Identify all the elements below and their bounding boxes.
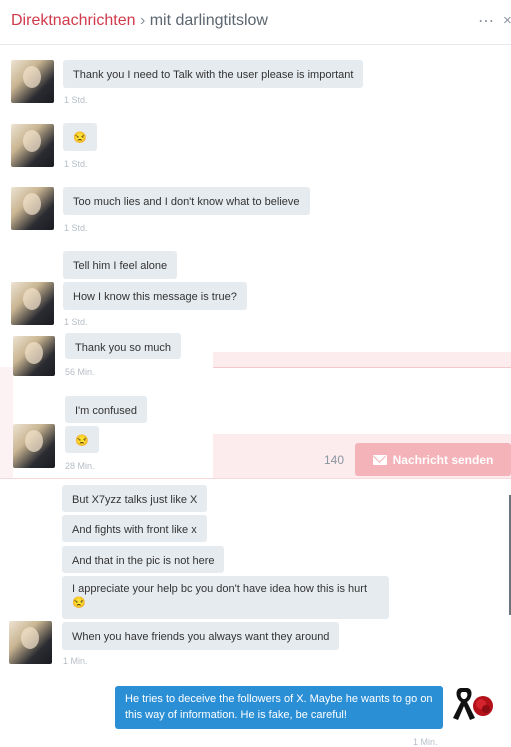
message-bubble: How I know this message is true? — [63, 282, 247, 310]
message-time: 1 Std. — [64, 95, 88, 105]
own-message-bubble: He tries to deceive the followers of X. … — [115, 686, 443, 729]
message-time: 1 Std. — [64, 317, 88, 327]
black-ribbon-rose-icon — [451, 684, 497, 728]
page-title: Direktnachrichten › mit darlingtitslow — [11, 12, 268, 30]
message-bubble: I'm confused — [65, 396, 148, 423]
send-message-label: Nachricht senden — [392, 452, 494, 467]
composer-overlay-line-top — [213, 367, 511, 368]
message-time: 56 Min. — [65, 367, 95, 377]
envelope-icon — [372, 454, 387, 465]
title-recipient: mit darlingtitslow — [149, 12, 268, 29]
message-bubble: But X7yzz talks just like X — [62, 485, 208, 512]
close-icon[interactable]: × — [503, 12, 511, 29]
composer-overlay-line-bottom — [0, 478, 511, 479]
own-avatar[interactable] — [451, 684, 497, 728]
message-bubble: When you have friends you always want th… — [62, 622, 340, 650]
message-bubble: Thank you so much — [65, 333, 181, 359]
avatar[interactable] — [11, 60, 54, 103]
message-time: 1 Min. — [63, 656, 88, 666]
message-time: 1 Std. — [64, 159, 88, 169]
send-message-button[interactable]: Nachricht senden — [355, 443, 511, 476]
own-message-time: 1 Min. — [413, 737, 438, 747]
avatar[interactable] — [11, 124, 54, 167]
message-bubble: Too much lies and I don't know what to b… — [63, 187, 310, 215]
composer-overlay-top — [213, 352, 511, 367]
message-time: 28 Min. — [65, 461, 95, 471]
message-bubble: Tell him I feel alone — [63, 251, 178, 279]
message-time: 1 Std. — [64, 223, 88, 233]
avatar[interactable] — [11, 282, 54, 325]
message-bubble: I appreciate your help bc you don't have… — [62, 576, 389, 619]
avatar[interactable] — [11, 187, 54, 230]
avatar[interactable] — [13, 336, 55, 376]
dm-header: Direktnachrichten › mit darlingtitslow ⋯… — [0, 0, 511, 45]
avatar[interactable] — [13, 424, 55, 468]
message-bubble: Thank you I need to Talk with the user p… — [63, 60, 364, 88]
message-bubble: 😒 — [63, 123, 97, 151]
message-bubble: And that in the pic is not here — [62, 546, 225, 573]
avatar[interactable] — [9, 621, 52, 664]
title-direct-messages[interactable]: Direktnachrichten — [11, 12, 136, 29]
more-options-icon[interactable]: ⋯ — [478, 11, 495, 31]
character-counter: 140 — [324, 453, 345, 467]
message-bubble: And fights with front like x — [62, 515, 207, 542]
title-separator: › — [135, 12, 150, 29]
message-bubble: 😒 — [65, 426, 99, 453]
composer-overlay-left — [0, 367, 13, 478]
